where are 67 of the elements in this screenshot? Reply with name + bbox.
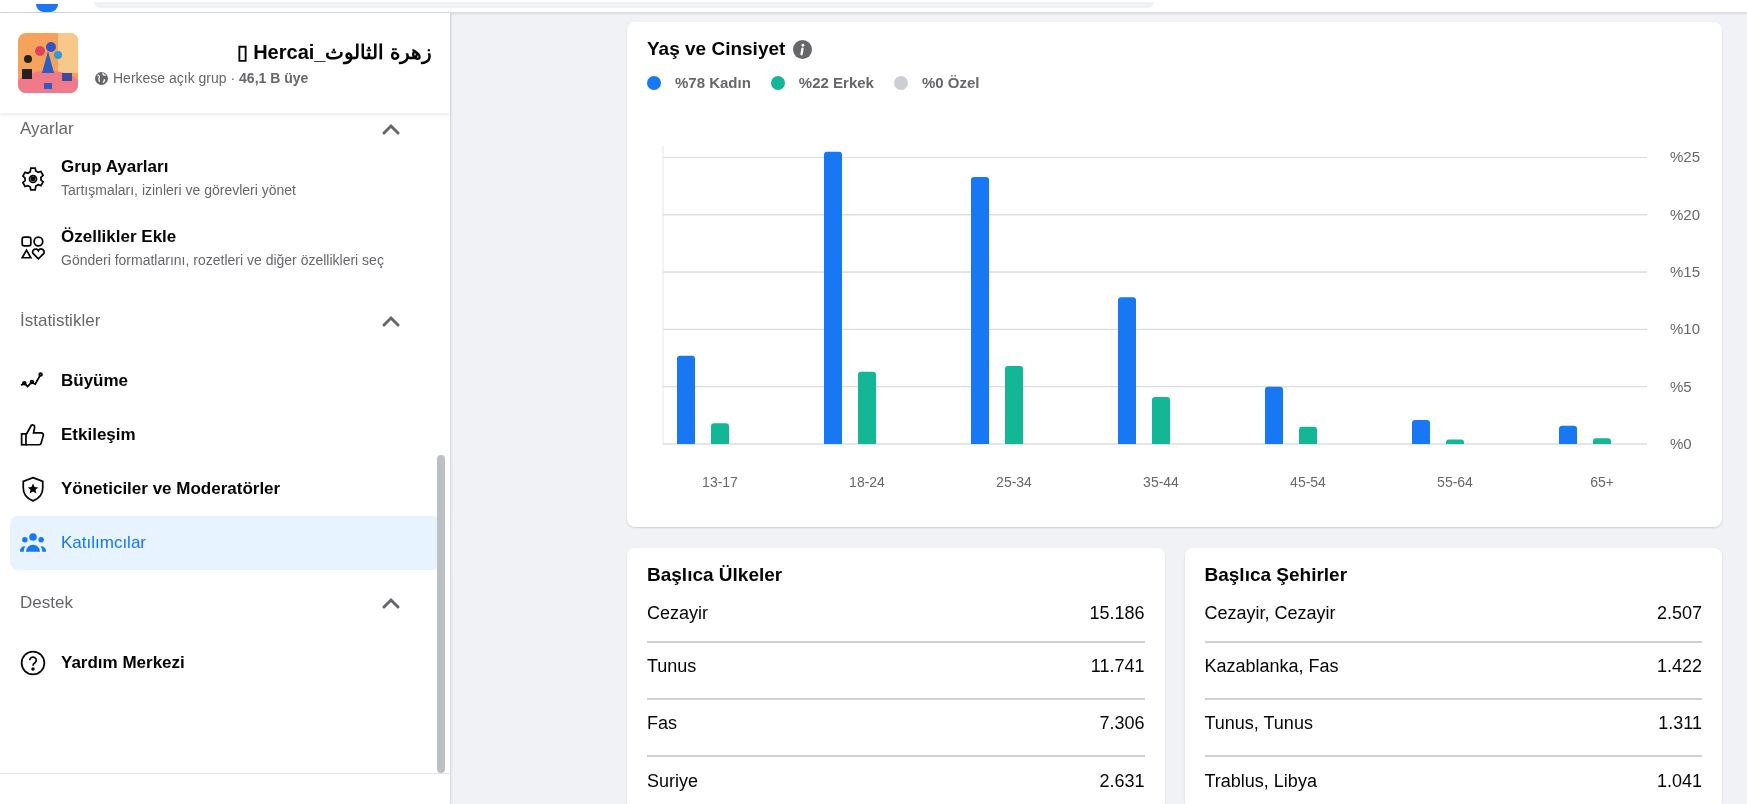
globe-icon bbox=[95, 71, 108, 85]
chevron-up-icon[interactable] bbox=[382, 597, 400, 610]
axis-label: %25 bbox=[1670, 148, 1701, 166]
member-count: 2.507 bbox=[1656, 602, 1702, 624]
bar bbox=[1593, 438, 1611, 444]
axis-label: 35-44 bbox=[1143, 474, 1179, 490]
legend-label: %22 Erkek bbox=[798, 74, 874, 91]
group-name[interactable]: زهرة الثالوث_Hercai ▯ bbox=[95, 40, 432, 64]
sidebar-item[interactable]: Yardım Merkezi bbox=[10, 636, 440, 691]
axis-label: 25-34 bbox=[996, 474, 1032, 490]
axis-label: 13-17 bbox=[702, 474, 738, 490]
sidebar-item[interactable]: Etkileşim bbox=[10, 408, 440, 463]
axis-label: %10 bbox=[1670, 320, 1701, 338]
member-count: 1.041 bbox=[1656, 771, 1702, 792]
member-count: 15.186 bbox=[1089, 602, 1145, 624]
legend-label: %0 Özel bbox=[921, 74, 980, 91]
bar bbox=[711, 423, 729, 444]
axis-label: 45-54 bbox=[1290, 474, 1326, 490]
sidebar-item[interactable]: Büyüme bbox=[10, 354, 440, 409]
bar bbox=[1265, 386, 1283, 444]
member-count: 11.741 bbox=[1090, 656, 1145, 677]
bar bbox=[1152, 397, 1170, 444]
member-count: 1.311 bbox=[1658, 713, 1702, 734]
sidebar-item[interactable]: Grup Ayarları Tartışmaları, izinleri ve görevleri yönet bbox=[10, 149, 440, 209]
location-name: Suriye bbox=[647, 771, 699, 792]
axis-label: %15 bbox=[1670, 263, 1701, 281]
sidebar-item[interactable]: Özellikler Ekle Gönderi formatlarını, rozetleri ve diğer özellikleri seç bbox=[10, 218, 440, 279]
location-name: Fas bbox=[647, 713, 677, 734]
axis-label: %0 bbox=[1670, 435, 1692, 452]
member-count: 2.631 bbox=[1099, 771, 1145, 792]
location-name: Tunus, Tunus bbox=[1204, 713, 1313, 734]
bar bbox=[1299, 426, 1317, 444]
location-name: Tunus bbox=[647, 656, 697, 677]
bar bbox=[1412, 419, 1430, 444]
member-count: 1.422 bbox=[1656, 656, 1702, 677]
card-title: Başlıca Şehirler bbox=[1204, 564, 1349, 586]
sidebar-item[interactable]: Katılımcılar bbox=[10, 516, 440, 571]
member-count: 7.306 bbox=[1099, 713, 1145, 734]
bar bbox=[1446, 439, 1464, 444]
chevron-up-icon[interactable] bbox=[382, 123, 400, 135]
location-name: Trablus, Libya bbox=[1204, 771, 1317, 792]
sidebar-item[interactable]: Yöneticiler ve Moderatörler bbox=[10, 462, 440, 517]
location-name: Cezayir, Cezayir bbox=[1204, 602, 1336, 624]
section-heading: İstatistikler bbox=[20, 311, 101, 332]
card-title: Yaş ve Cinsiyet bbox=[647, 38, 786, 60]
axis-label: %20 bbox=[1670, 205, 1701, 223]
location-name: Kazablanka, Fas bbox=[1204, 656, 1339, 677]
scrollbar[interactable] bbox=[437, 455, 445, 773]
help-icon bbox=[20, 650, 46, 677]
settings-icon bbox=[20, 165, 46, 192]
info-icon[interactable] bbox=[793, 39, 813, 59]
card-title: Başlıca Ülkeler bbox=[647, 564, 784, 586]
axis-label: 18-24 bbox=[849, 474, 885, 490]
section-heading: Ayarlar bbox=[20, 119, 74, 139]
location-name: Cezayir bbox=[647, 602, 708, 624]
shapes-icon bbox=[20, 235, 46, 262]
shield-star-icon bbox=[20, 476, 46, 503]
logo-icon[interactable] bbox=[36, 4, 58, 12]
axis-label: %5 bbox=[1670, 377, 1692, 395]
legend-label: %78 Kadın bbox=[675, 74, 751, 91]
group-meta: Herkese açık grup · 46,1 B üye bbox=[113, 70, 309, 86]
chevron-up-icon[interactable] bbox=[382, 315, 400, 328]
section-heading: Destek bbox=[20, 593, 73, 614]
axis-label: 65+ bbox=[1590, 474, 1614, 490]
axis-label: 55-64 bbox=[1437, 474, 1473, 490]
thumbs-up-icon bbox=[20, 422, 46, 449]
bar bbox=[1559, 425, 1577, 444]
